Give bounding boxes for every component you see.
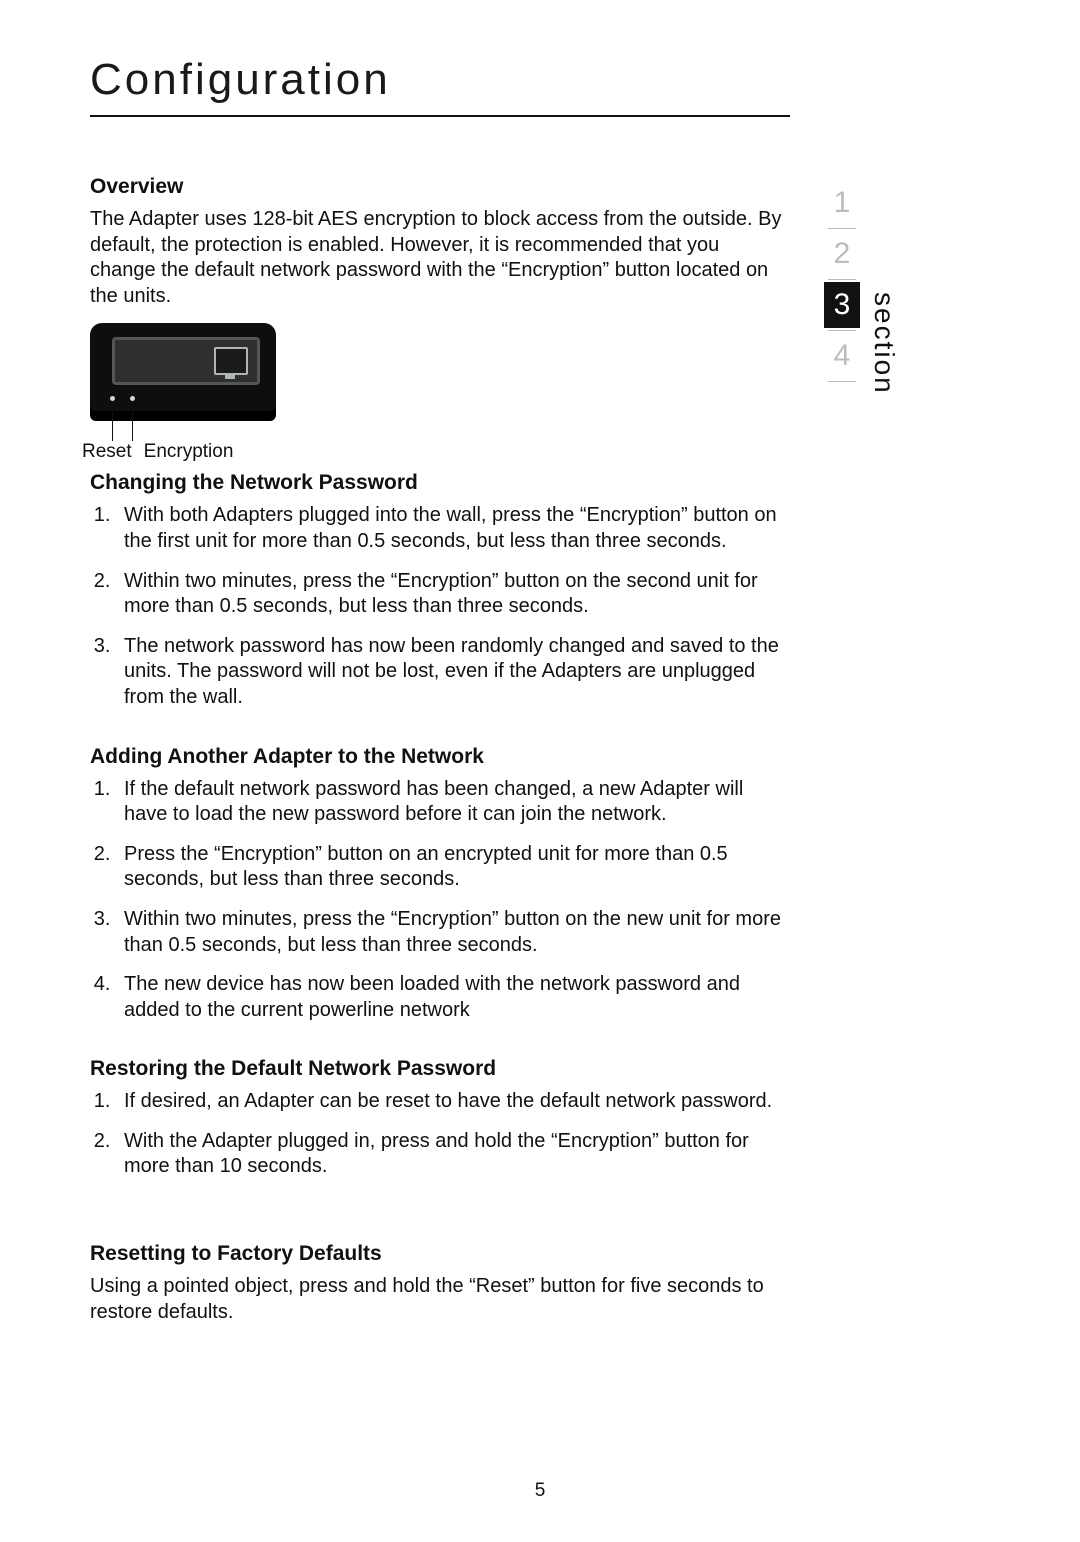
- list-item: If desired, an Adapter can be reset to h…: [116, 1089, 790, 1115]
- overview-paragraph: The Adapter uses 128-bit AES encryption …: [90, 207, 790, 309]
- figure-labels: Reset Encryption: [82, 441, 342, 463]
- factory-reset-paragraph: Using a pointed object, press and hold t…: [90, 1274, 790, 1325]
- section-nav-item-1: 1: [824, 180, 860, 226]
- list-item: With both Adapters plugged into the wall…: [116, 503, 790, 554]
- list-item: Press the “Encryption” button on an encr…: [116, 842, 790, 893]
- manual-page: Configuration 1 2 3 4 section Overview T…: [0, 0, 1080, 1542]
- list-item: With the Adapter plugged in, press and h…: [116, 1129, 790, 1180]
- figure-label-encryption: Encryption: [144, 441, 234, 463]
- heading-restore-default: Restoring the Default Network Password: [90, 1057, 790, 1081]
- page-title: Configuration: [90, 55, 990, 105]
- callout-line: [112, 401, 113, 441]
- section-nav-item-3: 3: [824, 282, 860, 328]
- list-item: Within two minutes, press the “Encryptio…: [116, 907, 790, 958]
- list-item: The network password has now been random…: [116, 634, 790, 711]
- ethernet-port-icon: [214, 347, 248, 375]
- heading-change-password: Changing the Network Password: [90, 471, 790, 495]
- section-nav-item-2: 2: [824, 231, 860, 277]
- list-item: Within two minutes, press the “Encryptio…: [116, 569, 790, 620]
- add-adapter-steps: If the default network password has been…: [90, 777, 790, 1024]
- heading-add-adapter: Adding Another Adapter to the Network: [90, 745, 790, 769]
- nav-divider: [828, 330, 856, 331]
- change-password-steps: With both Adapters plugged into the wall…: [90, 503, 790, 710]
- nav-divider: [828, 228, 856, 229]
- adapter-photo: [90, 323, 276, 419]
- page-number: 5: [0, 1480, 1080, 1502]
- adapter-figure: Reset Encryption: [90, 323, 280, 463]
- restore-default-steps: If desired, an Adapter can be reset to h…: [90, 1089, 790, 1180]
- heading-factory-reset: Resetting to Factory Defaults: [90, 1242, 790, 1266]
- figure-label-reset: Reset: [82, 441, 132, 463]
- section-nav: 1 2 3 4: [822, 180, 862, 384]
- content-column: Overview The Adapter uses 128-bit AES en…: [90, 175, 790, 1325]
- list-item: The new device has now been loaded with …: [116, 972, 790, 1023]
- section-vertical-label: section: [868, 292, 900, 395]
- callout-line: [132, 401, 133, 441]
- list-item: If the default network password has been…: [116, 777, 790, 828]
- nav-divider: [828, 279, 856, 280]
- section-nav-item-4: 4: [824, 333, 860, 379]
- title-underline: [90, 115, 790, 117]
- heading-overview: Overview: [90, 175, 790, 199]
- nav-divider: [828, 381, 856, 382]
